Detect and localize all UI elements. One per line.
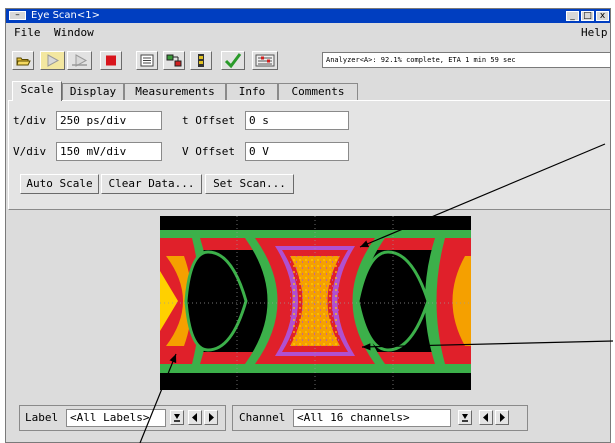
down-arrow-icon: [174, 414, 180, 422]
label-prev-button[interactable]: [188, 410, 202, 425]
maximize-button[interactable]: □: [581, 11, 594, 21]
run-button[interactable]: [40, 51, 65, 70]
check-icon: [224, 53, 242, 69]
label-select[interactable]: <All Labels>: [66, 409, 166, 427]
channel-caption: Channel: [239, 411, 286, 424]
run-repetitive-icon: [72, 54, 88, 67]
label-next-button[interactable]: [204, 410, 218, 425]
menu-help[interactable]: Help: [581, 23, 608, 43]
title-bar: – Eye Scan<1> _ □ x: [6, 9, 610, 23]
label-dropdown-button[interactable]: [170, 410, 184, 425]
close-button[interactable]: x: [596, 11, 609, 21]
clear-data-button[interactable]: Clear Data...: [101, 174, 202, 194]
eye-scan-window: – Eye Scan<1> _ □ x File Window Help Ana…: [5, 8, 611, 443]
settings-button[interactable]: [252, 51, 278, 70]
tdiv-label: t/div: [13, 114, 47, 127]
window-title: Eye Scan<1>: [31, 10, 100, 21]
set-scan-button[interactable]: Set Scan...: [205, 174, 294, 194]
chip-button[interactable]: [190, 51, 212, 70]
run-icon: [47, 54, 60, 67]
stop-icon: [106, 55, 116, 66]
auto-scale-button[interactable]: Auto Scale: [20, 174, 99, 194]
channel-dropdown-button[interactable]: [458, 410, 472, 425]
tdiv-field[interactable]: 250 ps/div: [56, 111, 162, 130]
system-menu-button[interactable]: –: [9, 11, 26, 20]
chip-icon: [198, 54, 204, 67]
bottom-bar: Label <All Labels> Channel <All 16 chann…: [6, 402, 610, 432]
toffset-label: t Offset: [182, 114, 235, 127]
voffset-field[interactable]: 0 V: [245, 142, 349, 161]
analyzer-status-text: Analyzer<A>: 92.1% complete, ETA 1 min 5…: [322, 52, 610, 68]
right-arrow-icon: [500, 413, 505, 422]
check-button[interactable]: [221, 51, 245, 70]
menu-file[interactable]: File: [14, 23, 41, 43]
vdiv-label: V/div: [13, 145, 47, 158]
tab-measurements[interactable]: Measurements: [124, 83, 226, 100]
run-repetitive-button[interactable]: [67, 51, 92, 70]
tab-scale[interactable]: Scale: [12, 81, 62, 101]
label-caption: Label: [25, 411, 59, 424]
minimize-button[interactable]: _: [566, 11, 579, 21]
listing-icon: [140, 54, 154, 67]
toolbar: Analyzer<A>: 92.1% complete, ETA 1 min 5…: [6, 47, 610, 71]
config-button[interactable]: [163, 51, 185, 70]
label-group: Label <All Labels>: [19, 405, 226, 431]
menu-bar: File Window Help: [6, 23, 610, 43]
tab-info[interactable]: Info: [226, 83, 278, 100]
toffset-field[interactable]: 0 s: [245, 111, 349, 130]
config-icon: [166, 54, 182, 67]
menu-window[interactable]: Window: [54, 23, 94, 43]
settings-icon: [255, 54, 275, 67]
voffset-label: V Offset: [182, 145, 235, 158]
open-button[interactable]: [12, 51, 34, 70]
open-folder-icon: [16, 57, 31, 66]
down-arrow-icon: [462, 414, 468, 422]
right-arrow-icon: [209, 413, 214, 422]
eye-diagram: [160, 216, 471, 390]
eye-crossing-right: [425, 238, 471, 364]
left-arrow-icon: [192, 413, 197, 422]
tab-display[interactable]: Display: [62, 83, 124, 100]
channel-select[interactable]: <All 16 channels>: [293, 409, 451, 427]
listing-button[interactable]: [136, 51, 158, 70]
left-arrow-icon: [483, 413, 488, 422]
scale-panel: t/div 250 ps/div t Offset 0 s V/div 150 …: [8, 100, 610, 210]
tab-comments[interactable]: Comments: [278, 83, 358, 100]
channel-group: Channel <All 16 channels>: [232, 405, 528, 431]
channel-next-button[interactable]: [495, 410, 509, 425]
stop-button[interactable]: [100, 51, 122, 70]
channel-prev-button[interactable]: [479, 410, 493, 425]
vdiv-field[interactable]: 150 mV/div: [56, 142, 162, 161]
